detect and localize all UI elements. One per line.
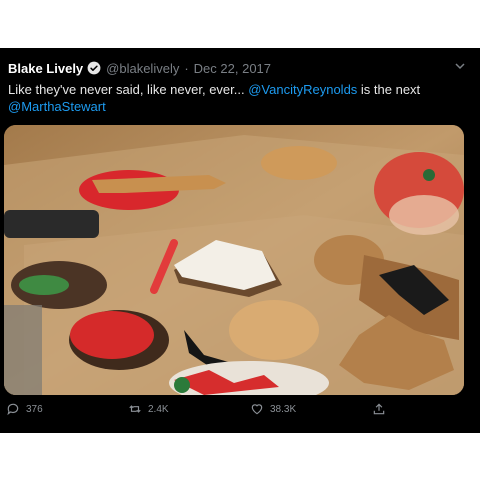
- share-action[interactable]: [372, 402, 392, 416]
- mention-link[interactable]: @VancityReynolds: [248, 82, 357, 97]
- cookies-photo: [4, 125, 464, 395]
- tweet-card: Blake Lively @blakelively · Dec 22, 2017…: [0, 48, 480, 433]
- tweet-text: Like they've never said, like never, eve…: [8, 81, 448, 115]
- reply-icon: [7, 403, 19, 416]
- author-handle[interactable]: @blakelively: [106, 61, 179, 76]
- share-icon: [373, 403, 385, 415]
- separator-dot: ·: [184, 60, 189, 76]
- tweet-text-part: is the next: [357, 82, 421, 97]
- reply-count: 376: [26, 403, 43, 415]
- tweet-header: Blake Lively @blakelively · Dec 22, 2017: [8, 58, 470, 78]
- author-name[interactable]: Blake Lively: [8, 61, 83, 76]
- tweet-actions: 376 2.4K 38.3K: [0, 400, 480, 422]
- reply-action[interactable]: 376: [6, 402, 43, 416]
- retweet-icon: [129, 405, 141, 413]
- tweet-text-part: Like they've never said, like never, eve…: [8, 82, 249, 97]
- retweet-count: 2.4K: [148, 403, 169, 415]
- mention-link[interactable]: @MarthaStewart: [8, 99, 106, 114]
- like-count: 38.3K: [270, 403, 297, 415]
- tweet-photo[interactable]: [4, 125, 464, 395]
- chevron-down-icon[interactable]: [454, 60, 466, 72]
- verified-badge-icon: [87, 61, 101, 75]
- tweet-date[interactable]: Dec 22, 2017: [194, 61, 271, 76]
- retweet-action[interactable]: 2.4K: [128, 402, 169, 416]
- heart-icon: [251, 404, 263, 415]
- like-action[interactable]: 38.3K: [250, 402, 296, 416]
